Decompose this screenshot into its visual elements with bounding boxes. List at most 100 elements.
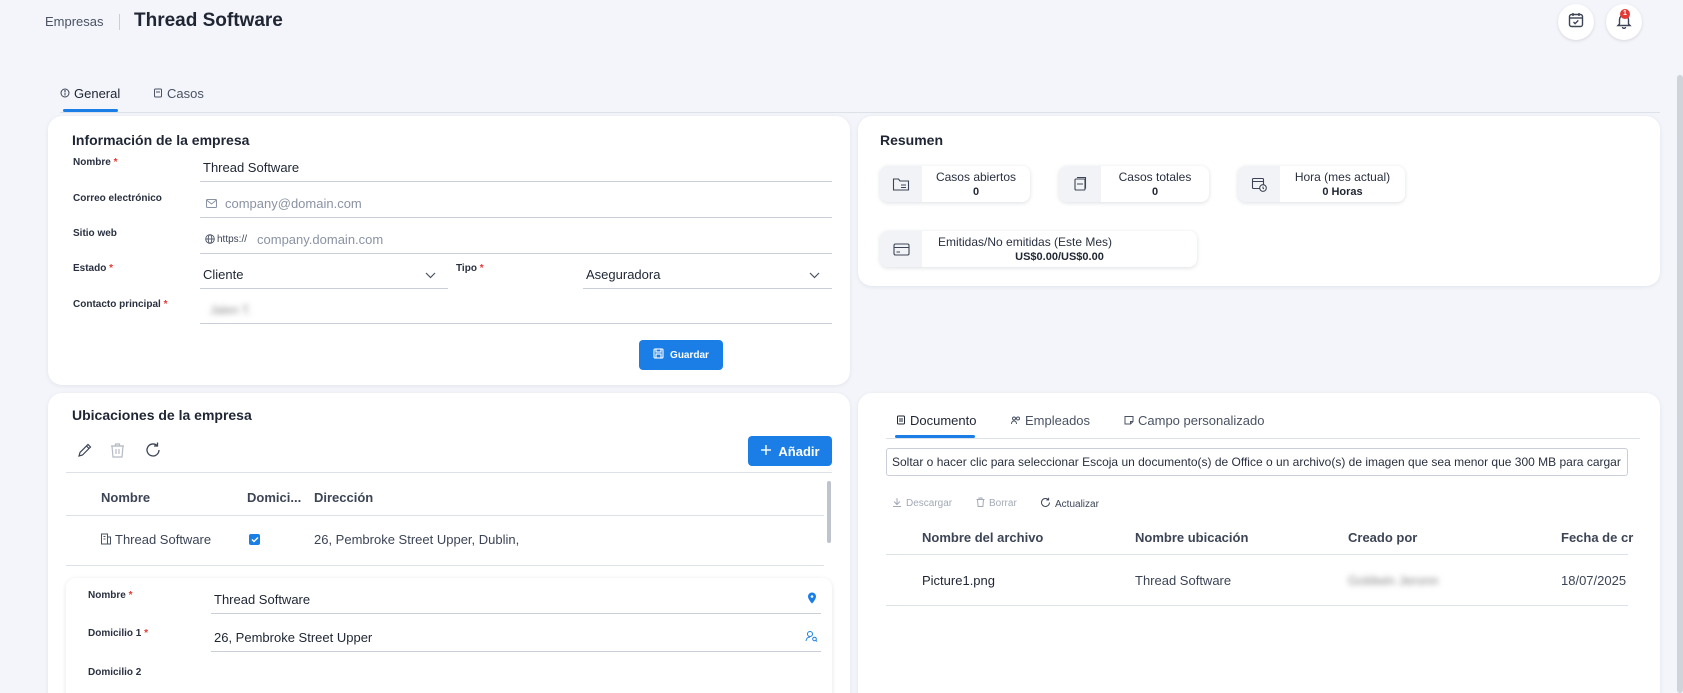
page-title: Thread Software <box>134 10 283 31</box>
case-icon <box>153 86 163 101</box>
calendar-clock-icon <box>1238 166 1280 202</box>
document-icon <box>896 413 906 428</box>
type-label: Tipo * <box>456 263 484 274</box>
billing-label: Emitidas/No emitidas (Este Mes) <box>938 235 1113 249</box>
person-search-icon[interactable] <box>805 630 818 645</box>
table-row[interactable]: Picture1.png Thread Software Goldwin Jer… <box>886 555 1628 605</box>
email-field[interactable]: company@domain.com <box>200 190 832 218</box>
open-cases-value: 0 <box>972 186 980 198</box>
breadcrumb[interactable]: Empresas <box>45 14 104 29</box>
col-domicile[interactable]: Domici... <box>247 490 301 505</box>
total-cases-stat: Casos totales 0 <box>1059 166 1209 202</box>
table-bottom-divider <box>66 565 824 566</box>
company-info-card: Información de la empresa Nombre * Threa… <box>48 116 850 385</box>
main-contact-chip: Jalen T. <box>210 302 252 317</box>
page-scrollbar[interactable] <box>1677 75 1683 693</box>
add-location-button[interactable]: Añadir <box>748 436 832 466</box>
col-name[interactable]: Nombre <box>101 490 150 505</box>
notifications-button[interactable]: 1 <box>1606 4 1642 40</box>
detail-name-label: Nombre * <box>88 590 133 601</box>
summary-title: Resumen <box>880 132 944 148</box>
doc-row-divider <box>886 605 1628 606</box>
tab-documento[interactable]: Documento <box>896 413 976 428</box>
edit-icon[interactable] <box>76 442 93 464</box>
file-name[interactable]: Picture1.png <box>922 573 995 588</box>
website-field[interactable]: https:// company.domain.com <box>200 226 832 254</box>
domicile-checkbox[interactable] <box>249 534 260 545</box>
refresh-icon <box>1040 497 1051 511</box>
refresh-icon[interactable] <box>144 441 162 464</box>
file-creator: Goldwin Jeronn <box>1348 573 1439 588</box>
hours-value: 0 Horas <box>1322 186 1363 198</box>
hours-label: Hora (mes actual) <box>1294 170 1391 184</box>
plus-icon <box>760 444 772 459</box>
tab-general[interactable]: General <box>60 86 120 101</box>
doc-tabs-divider <box>886 438 1640 439</box>
email-label: Correo electrónico <box>73 193 162 204</box>
company-info-title: Información de la empresa <box>72 132 250 148</box>
locations-card: Ubicaciones de la empresa Añadir Nombre … <box>48 393 850 693</box>
tabs-divider <box>60 112 1660 113</box>
name-label: Nombre * <box>73 157 118 168</box>
calendar-icon <box>1567 11 1585 34</box>
website-label: Sitio web <box>73 228 117 239</box>
tab-casos-label: Casos <box>167 86 204 101</box>
save-icon <box>653 348 664 362</box>
trash-icon[interactable] <box>110 442 125 464</box>
col-created-date[interactable]: Fecha de cr <box>1561 530 1633 545</box>
open-cases-label: Casos abiertos <box>935 170 1017 184</box>
detail-name-field[interactable]: Thread Software <box>211 586 821 614</box>
upload-dropzone[interactable]: Soltar o hacer clic para seleccionar Esc… <box>886 448 1628 476</box>
col-file-name[interactable]: Nombre del archivo <box>922 530 1043 545</box>
row-name: Thread Software <box>115 532 212 547</box>
download-button[interactable]: Descargar <box>892 497 952 510</box>
globe-icon <box>205 232 215 247</box>
file-location: Thread Software <box>1135 573 1232 588</box>
table-row[interactable]: Thread Software 26, Pembroke Street Uppe… <box>66 516 824 561</box>
tab-casos[interactable]: Casos <box>153 86 204 101</box>
save-button[interactable]: Guardar <box>639 340 723 370</box>
building-icon <box>100 532 112 550</box>
table-top-divider <box>66 472 832 473</box>
billing-value: US$0.00/US$0.00 <box>1015 251 1104 263</box>
tab-general-label: General <box>74 86 121 101</box>
credit-card-icon <box>880 231 922 267</box>
status-select[interactable]: Cliente <box>200 261 448 289</box>
chevron-down-icon <box>425 267 436 282</box>
summary-card: Resumen Casos abiertos 0 Casos totales 0 H… <box>858 116 1660 286</box>
total-cases-label: Casos totales <box>1118 170 1192 184</box>
col-address[interactable]: Dirección <box>314 490 373 505</box>
company-name-field[interactable]: Thread Software <box>200 154 832 182</box>
map-pin-icon[interactable] <box>807 592 817 607</box>
main-contact-field[interactable]: Jalen T. <box>200 296 832 324</box>
col-location-name[interactable]: Nombre ubicación <box>1135 530 1248 545</box>
calendar-button[interactable] <box>1558 4 1594 40</box>
tab-campo-personalizado[interactable]: Campo personalizado <box>1124 413 1264 428</box>
billing-stat: Emitidas/No emitidas (Este Mes) US$0.00/U… <box>880 231 1197 267</box>
col-created-by[interactable]: Creado por <box>1348 530 1417 545</box>
hours-stat: Hora (mes actual) 0 Horas <box>1238 166 1405 202</box>
status-label: Estado * <box>73 263 114 274</box>
documents-card: Documento Empleados Campo personalizado … <box>858 393 1660 693</box>
row-address: 26, Pembroke Street Upper, Dublin, <box>314 532 520 547</box>
people-icon <box>1011 413 1021 428</box>
open-cases-stat: Casos abiertos 0 <box>880 166 1030 202</box>
table-scrollbar[interactable] <box>827 481 831 543</box>
detail-address1-field[interactable]: 26, Pembroke Street Upper <box>211 624 821 652</box>
breadcrumb-separator <box>119 14 120 30</box>
chevron-down-icon <box>809 267 820 282</box>
detail-address1-label: Domicilio 1 * <box>88 628 149 639</box>
refresh-button[interactable]: Actualizar <box>1040 497 1099 511</box>
notification-badge: 1 <box>1620 9 1630 19</box>
main-contact-label: Contacto principal * <box>73 299 168 310</box>
trash-icon <box>976 497 985 510</box>
detail-address2-label: Domicilio 2 <box>88 667 142 678</box>
type-select[interactable]: Aseguradora <box>583 261 832 289</box>
tab-empleados[interactable]: Empleados <box>1011 413 1090 428</box>
file-date: 18/07/2025 <box>1561 573 1627 588</box>
total-cases-value: 0 <box>1151 186 1159 198</box>
delete-button[interactable]: Borrar <box>976 497 1017 510</box>
cases-icon <box>1059 166 1101 202</box>
info-icon <box>60 86 70 101</box>
note-icon <box>1124 413 1134 428</box>
